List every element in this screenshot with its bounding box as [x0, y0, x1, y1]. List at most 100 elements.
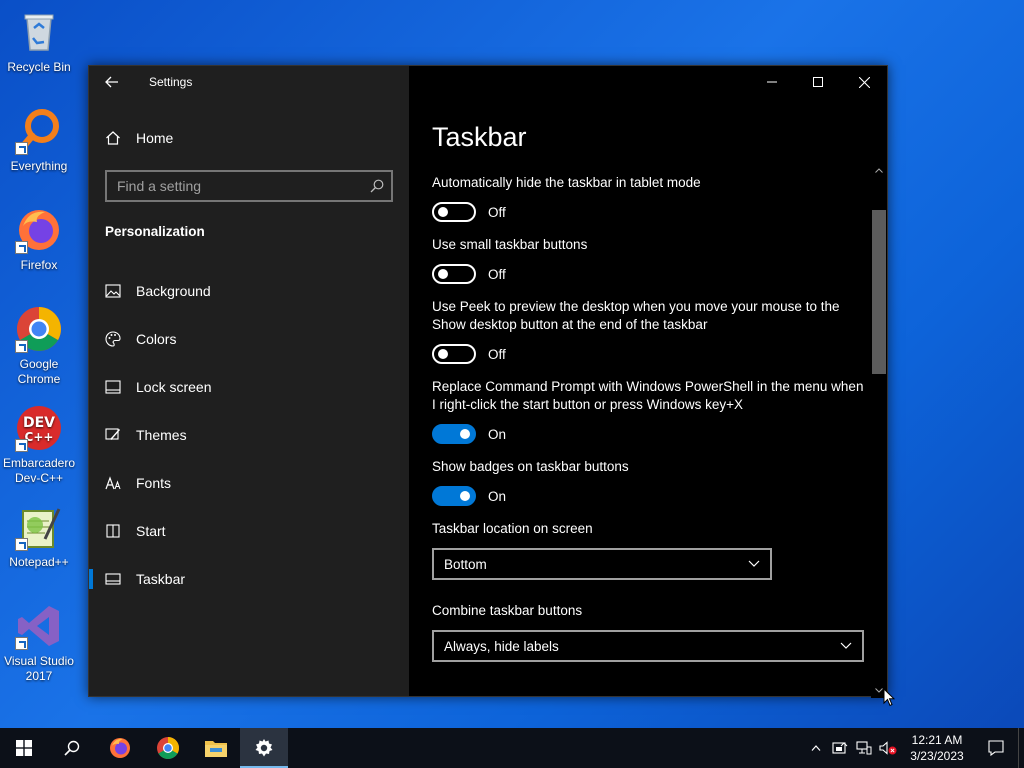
combine-buttons-dropdown[interactable]: Always, hide labels — [432, 630, 864, 662]
desktop-icon-label: Recycle Bin — [7, 60, 71, 74]
settings-window: Settings Home Personalization Background — [88, 65, 888, 698]
peek-toggle[interactable] — [432, 344, 476, 364]
toggle-knob — [438, 349, 448, 359]
home-icon — [106, 131, 120, 145]
tray-app-icon[interactable] — [828, 728, 852, 768]
close-icon — [858, 76, 870, 88]
start-button[interactable] — [0, 728, 48, 768]
firefox-icon — [110, 738, 130, 758]
sidebar-item-colors[interactable]: Colors — [89, 315, 409, 363]
shortcut-arrow-icon — [15, 538, 28, 551]
powershell-toggle[interactable] — [432, 424, 476, 444]
settings-content: Taskbar Automatically hide the taskbar i… — [409, 66, 887, 698]
desktop-icon-visual-studio[interactable]: Visual Studio 2017 — [2, 602, 76, 684]
close-button[interactable] — [841, 66, 887, 98]
chevron-down-icon — [840, 642, 852, 649]
setting-peek: Use Peek to preview the desktop when you… — [432, 298, 864, 364]
mouse-cursor-icon — [883, 688, 895, 707]
desktop-icon-label: Google Chrome — [17, 357, 61, 386]
settings-list: Automatically hide the taskbar in tablet… — [432, 174, 864, 686]
toggle-state: On — [488, 488, 507, 504]
firefox-icon — [15, 206, 63, 254]
back-arrow-icon — [105, 76, 118, 88]
network-icon — [856, 741, 872, 755]
search-box[interactable] — [105, 170, 393, 202]
taskbar-icon — [105, 571, 121, 587]
devcpp-icon: DEV C++ — [15, 404, 63, 452]
maximize-icon — [813, 77, 823, 87]
scroll-up-button[interactable] — [871, 162, 887, 178]
notepadpp-icon — [15, 503, 63, 551]
sidebar-item-lock-screen[interactable]: Lock screen — [89, 363, 409, 411]
sidebar-item-start[interactable]: Start — [89, 507, 409, 555]
recycle-bin-icon — [15, 8, 63, 56]
themes-brush-icon — [105, 427, 121, 443]
settings-sidebar: Settings Home Personalization Background — [89, 66, 409, 696]
desktop-icon-everything[interactable]: Everything — [2, 107, 76, 174]
taskbar-search-button[interactable] — [48, 728, 96, 768]
shortcut-arrow-icon — [15, 241, 28, 254]
badges-toggle[interactable] — [432, 486, 476, 506]
setting-label: Replace Command Prompt with Windows Powe… — [432, 379, 864, 412]
setting-label: Combine taskbar buttons — [432, 603, 583, 618]
sidebar-item-fonts[interactable]: Fonts — [89, 459, 409, 507]
home-link[interactable]: Home — [105, 126, 173, 150]
home-label: Home — [136, 130, 174, 146]
palette-icon — [105, 331, 121, 347]
svg-text:DEV: DEV — [23, 415, 55, 431]
gear-icon — [255, 739, 273, 757]
toggle-knob — [460, 491, 470, 501]
show-desktop-button[interactable] — [1018, 728, 1024, 768]
minimize-button[interactable] — [749, 66, 795, 98]
maximize-button[interactable] — [795, 66, 841, 98]
sidebar-item-background[interactable]: Background — [89, 267, 409, 315]
toggle-state: Off — [488, 346, 506, 362]
clock[interactable]: 12:21 AM 3/23/2023 — [900, 732, 974, 764]
toggle-knob — [438, 269, 448, 279]
setting-location: Taskbar location on screen Bottom — [432, 520, 864, 580]
content-scrollbar[interactable] — [871, 162, 887, 698]
taskbar-firefox[interactable] — [96, 728, 144, 768]
title-bar: Settings — [89, 66, 409, 98]
sidebar-item-taskbar[interactable]: Taskbar — [89, 555, 409, 603]
search-input[interactable] — [107, 178, 363, 194]
desktop-icon-notepadpp[interactable]: Notepad++ — [2, 503, 76, 570]
setting-label: Use small taskbar buttons — [432, 237, 588, 252]
toggle-knob — [438, 207, 448, 217]
auto-hide-tablet-toggle[interactable] — [432, 202, 476, 222]
desktop-icon-firefox[interactable]: Firefox — [2, 206, 76, 273]
shortcut-arrow-icon — [15, 439, 28, 452]
desktop-icon-chrome[interactable]: Google Chrome — [2, 305, 76, 387]
desktop-icon-label: Notepad++ — [9, 555, 69, 569]
show-hidden-icons-button[interactable] — [804, 728, 828, 768]
chrome-icon — [15, 305, 63, 353]
taskbar-chrome[interactable] — [144, 728, 192, 768]
chevron-down-icon — [875, 687, 883, 693]
page-title: Taskbar — [432, 122, 527, 152]
small-buttons-toggle[interactable] — [432, 264, 476, 284]
network-button[interactable] — [852, 728, 876, 768]
volume-button[interactable] — [876, 728, 900, 768]
action-center-button[interactable] — [974, 728, 1018, 768]
taskbar-settings[interactable] — [240, 728, 288, 768]
visual-studio-icon — [15, 602, 63, 650]
setting-powershell: Replace Command Prompt with Windows Powe… — [432, 378, 864, 444]
section-title: Personalization — [105, 224, 205, 239]
taskbar-location-dropdown[interactable]: Bottom — [432, 548, 772, 580]
sidebar-item-label: Lock screen — [136, 379, 212, 395]
taskbar-file-explorer[interactable] — [192, 728, 240, 768]
desktop-icon-devcpp[interactable]: DEV C++ Embarcadero Dev-C++ — [2, 404, 76, 486]
system-tray: 12:21 AM 3/23/2023 — [804, 728, 1024, 768]
desktop-icon-recycle-bin[interactable]: Recycle Bin — [2, 8, 76, 75]
sidebar-item-label: Start — [136, 523, 166, 539]
search-icon[interactable] — [363, 179, 391, 193]
search-icon — [64, 740, 80, 756]
scrollbar-thumb[interactable] — [872, 210, 886, 374]
shortcut-arrow-icon — [15, 637, 28, 650]
shortcut-arrow-icon — [15, 142, 28, 155]
chevron-up-icon — [811, 745, 821, 751]
sidebar-item-themes[interactable]: Themes — [89, 411, 409, 459]
back-button[interactable] — [89, 66, 135, 98]
setting-badges: Show badges on taskbar buttons On — [432, 458, 864, 506]
sidebar-item-label: Themes — [136, 427, 187, 443]
